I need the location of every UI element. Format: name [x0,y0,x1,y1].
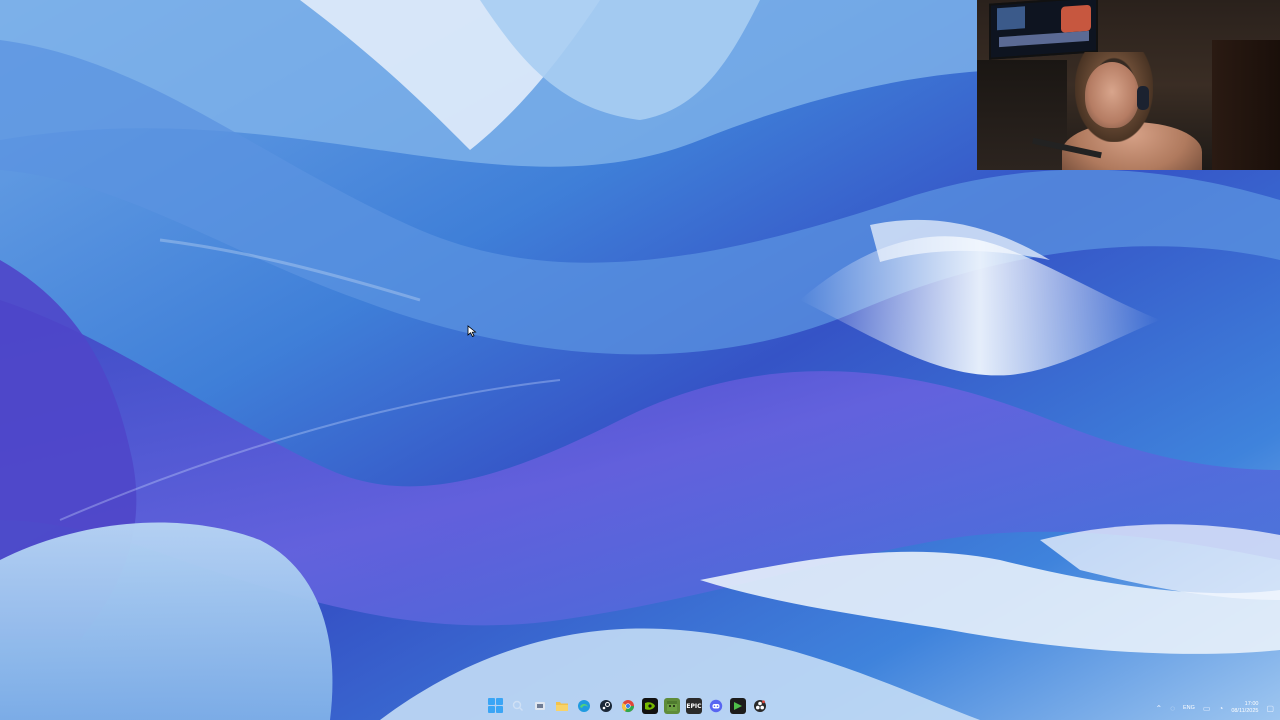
desktop: EPIC ⌃ ◌ ENG ▭ ◔ 17:00 08/11/2025 ▢ [0,0,1280,720]
webcam-monitor-thumbnail [997,6,1025,31]
webcam-monitor-thumbnail [1061,4,1091,33]
search-icon[interactable] [510,698,526,714]
webcam-overlay [977,0,1280,170]
headset-icon [1137,86,1149,110]
language-indicator[interactable]: ENG [1183,705,1195,711]
streamer-face [1085,62,1139,128]
edge-icon[interactable] [576,698,592,714]
chevron-up-icon[interactable]: ⌃ [1156,704,1163,713]
webcam-monitor [989,0,1098,60]
task-view-icon[interactable] [532,698,548,714]
chrome-icon[interactable] [620,698,636,714]
nvidia-icon[interactable] [642,698,658,714]
webcam-background-shelf [977,60,1067,170]
steam-icon[interactable] [598,698,614,714]
volume-icon[interactable]: ◔ [1218,704,1223,713]
clock-date: 08/11/2025 [1231,708,1259,714]
obs-icon[interactable] [752,698,768,714]
minecraft-icon[interactable] [664,698,680,714]
epic-games-icon[interactable]: EPIC [686,698,702,714]
system-tray: ⌃ ◌ ENG ▭ ◔ 17:00 08/11/2025 ▢ [1156,696,1274,720]
network-icon[interactable]: ▭ [1203,704,1211,713]
discord-icon[interactable] [708,698,724,714]
start-icon[interactable] [488,698,504,714]
clock-time: 17:00 [1244,701,1259,707]
notification-bell-icon[interactable]: ▢ [1266,704,1274,713]
webcam-background-door [1212,40,1280,170]
mouse-cursor-icon [467,325,477,337]
terminal-icon[interactable] [730,698,746,714]
webcam-monitor-thumbnail [999,30,1089,48]
tray-app-icon[interactable]: ◌ [1170,704,1175,713]
file-explorer-icon[interactable] [554,698,570,714]
taskbar-pinned-apps: EPIC [488,698,768,714]
clock[interactable]: 17:00 08/11/2025 [1231,701,1258,715]
taskbar: EPIC ⌃ ◌ ENG ▭ ◔ 17:00 08/11/2025 ▢ [0,696,1280,720]
